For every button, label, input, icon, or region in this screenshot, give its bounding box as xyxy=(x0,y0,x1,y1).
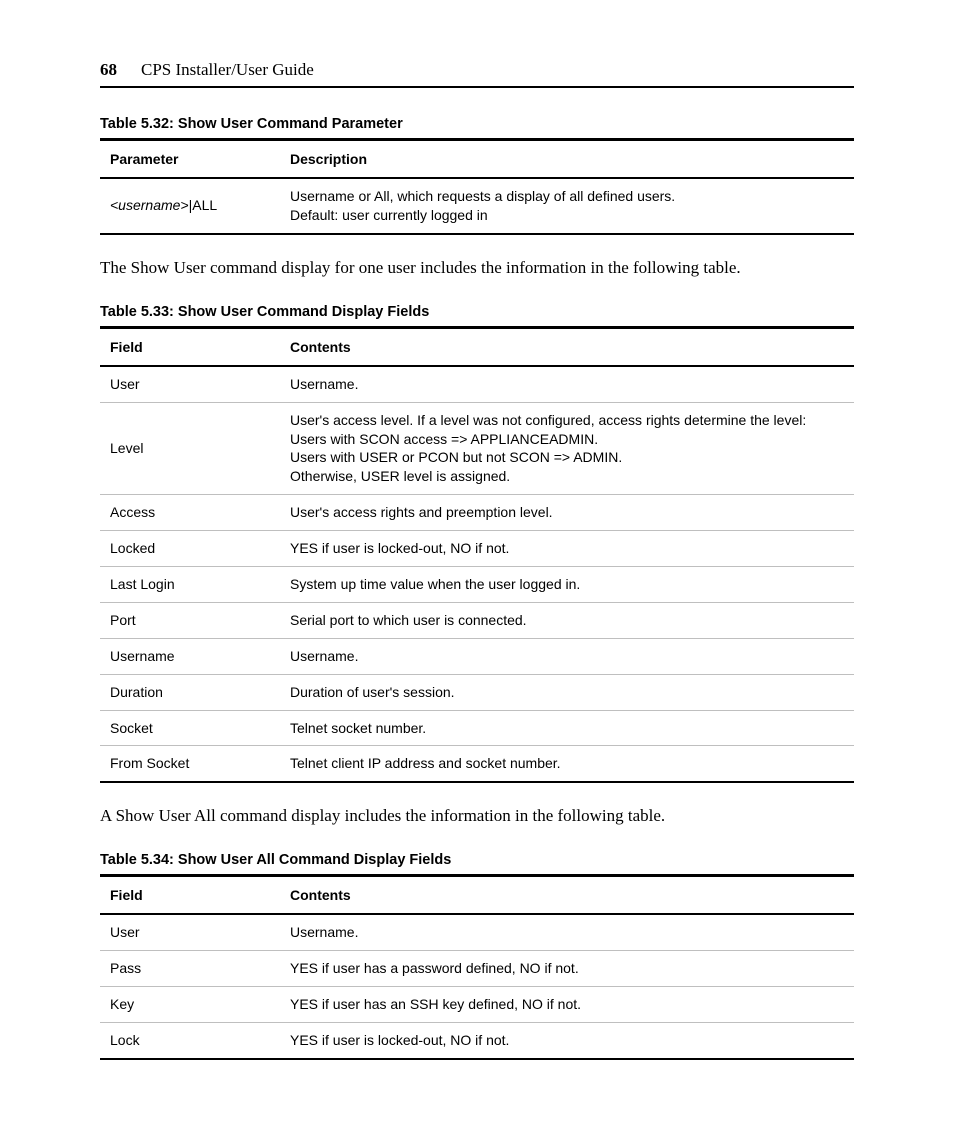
table-cell-contents: YES if user is locked-out, NO if not. xyxy=(280,531,854,567)
table-row: From SocketTelnet client IP address and … xyxy=(100,746,854,782)
table-header-cell: Field xyxy=(100,327,280,366)
table-cell-contents: User's access level. If a level was not … xyxy=(280,402,854,495)
table-header-cell: Description xyxy=(280,140,854,179)
table-cell-description: Username or All, which requests a displa… xyxy=(280,178,854,234)
table-row: KeyYES if user has an SSH key defined, N… xyxy=(100,987,854,1023)
table-row: UserUsername. xyxy=(100,366,854,402)
table-cell-contents: YES if user is locked-out, NO if not. xyxy=(280,1022,854,1058)
table-row: PortSerial port to which user is connect… xyxy=(100,602,854,638)
table-row: LockedYES if user is locked-out, NO if n… xyxy=(100,531,854,567)
table-header-cell: Field xyxy=(100,876,280,915)
table-cell-field: Duration xyxy=(100,674,280,710)
table-row: Last LoginSystem up time value when the … xyxy=(100,566,854,602)
table-534: Field Contents UserUsername.PassYES if u… xyxy=(100,874,854,1060)
table-cell-field: Socket xyxy=(100,710,280,746)
table-cell-field: From Socket xyxy=(100,746,280,782)
table-cell-contents: Telnet client IP address and socket numb… xyxy=(280,746,854,782)
guide-title: CPS Installer/User Guide xyxy=(141,60,314,80)
table-cell-contents: System up time value when the user logge… xyxy=(280,566,854,602)
table-cell-contents: Duration of user's session. xyxy=(280,674,854,710)
table-cell-field: Access xyxy=(100,495,280,531)
table-cell-contents: Telnet socket number. xyxy=(280,710,854,746)
table-cell-field: Locked xyxy=(100,531,280,567)
table-cell-field: User xyxy=(100,366,280,402)
table-cell-contents: User's access rights and preemption leve… xyxy=(280,495,854,531)
table-header-cell: Contents xyxy=(280,876,854,915)
table-cell-contents: YES if user has an SSH key defined, NO i… xyxy=(280,987,854,1023)
table-cell-field: User xyxy=(100,914,280,950)
param-suffix: |ALL xyxy=(189,197,218,213)
table-cell-field: Lock xyxy=(100,1022,280,1058)
table-cell-field: Port xyxy=(100,602,280,638)
body-paragraph: A Show User All command display includes… xyxy=(100,805,854,828)
table-row: DurationDuration of user's session. xyxy=(100,674,854,710)
table-cell-field: Pass xyxy=(100,951,280,987)
body-paragraph: The Show User command display for one us… xyxy=(100,257,854,280)
table-row: <username>|ALL Username or All, which re… xyxy=(100,178,854,234)
table-cell-field: Key xyxy=(100,987,280,1023)
table-cell-contents: Username. xyxy=(280,914,854,950)
table-header-row: Field Contents xyxy=(100,327,854,366)
table-cell-contents: Serial port to which user is connected. xyxy=(280,602,854,638)
table-533: Field Contents UserUsername.LevelUser's … xyxy=(100,326,854,784)
table-532: Parameter Description <username>|ALL Use… xyxy=(100,138,854,235)
table-row: SocketTelnet socket number. xyxy=(100,710,854,746)
table-caption-534: Table 5.34: Show User All Command Displa… xyxy=(100,852,854,868)
running-header: 68 CPS Installer/User Guide xyxy=(100,60,854,88)
table-row: LockYES if user is locked-out, NO if not… xyxy=(100,1022,854,1058)
table-cell-contents: Username. xyxy=(280,638,854,674)
page-number: 68 xyxy=(100,60,117,80)
table-cell-contents: YES if user has a password defined, NO i… xyxy=(280,951,854,987)
table-cell-field: Username xyxy=(100,638,280,674)
table-row: UserUsername. xyxy=(100,914,854,950)
table-row: AccessUser's access rights and preemptio… xyxy=(100,495,854,531)
table-header-cell: Contents xyxy=(280,327,854,366)
table-cell-field: Last Login xyxy=(100,566,280,602)
table-header-row: Field Contents xyxy=(100,876,854,915)
table-cell-contents: Username. xyxy=(280,366,854,402)
table-cell-parameter: <username>|ALL xyxy=(100,178,280,234)
table-header-cell: Parameter xyxy=(100,140,280,179)
table-row: UsernameUsername. xyxy=(100,638,854,674)
param-italic: <username> xyxy=(110,197,189,213)
table-row: LevelUser's access level. If a level was… xyxy=(100,402,854,495)
table-caption-533: Table 5.33: Show User Command Display Fi… xyxy=(100,304,854,320)
table-header-row: Parameter Description xyxy=(100,140,854,179)
table-row: PassYES if user has a password defined, … xyxy=(100,951,854,987)
table-cell-field: Level xyxy=(100,402,280,495)
table-caption-532: Table 5.32: Show User Command Parameter xyxy=(100,116,854,132)
document-page: 68 CPS Installer/User Guide Table 5.32: … xyxy=(0,0,954,1145)
